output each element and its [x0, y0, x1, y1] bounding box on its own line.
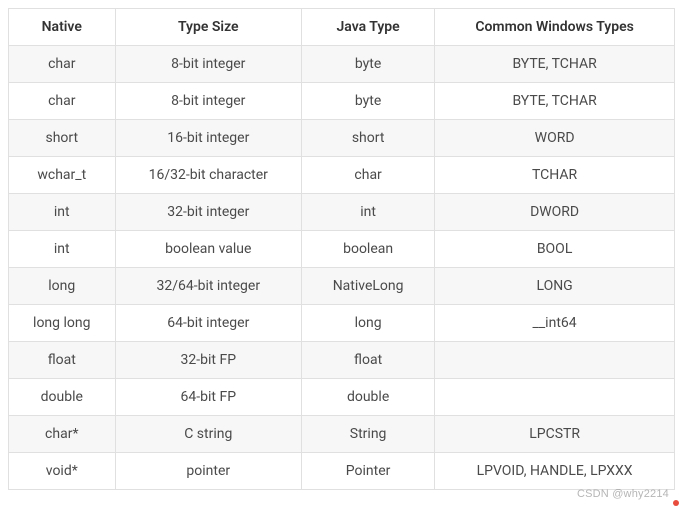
cell: __int64 [435, 305, 675, 342]
table-row: char8-bit integerbyteBYTE, TCHAR [9, 46, 675, 83]
table-row: wchar_t16/32-bit charactercharTCHAR [9, 157, 675, 194]
cell: 8-bit integer [115, 46, 301, 83]
table-row: long32/64-bit integerNativeLongLONG [9, 268, 675, 305]
cell: char* [9, 416, 116, 453]
table-row: short16-bit integershortWORD [9, 120, 675, 157]
header-row: Native Type Size Java Type Common Window… [9, 9, 675, 46]
type-mapping-table: Native Type Size Java Type Common Window… [8, 8, 675, 490]
cell: wchar_t [9, 157, 116, 194]
cell: 64-bit FP [115, 379, 301, 416]
cell: BYTE, TCHAR [435, 46, 675, 83]
cell: short [302, 120, 435, 157]
table-row: char8-bit integerbyteBYTE, TCHAR [9, 83, 675, 120]
cell: LPVOID, HANDLE, LPXXX [435, 453, 675, 490]
header-type-size: Type Size [115, 9, 301, 46]
cell: long [9, 268, 116, 305]
cell: String [302, 416, 435, 453]
cell: boolean [302, 231, 435, 268]
cell: DWORD [435, 194, 675, 231]
cell: LONG [435, 268, 675, 305]
cell: float [302, 342, 435, 379]
header-java-type: Java Type [302, 9, 435, 46]
cell: C string [115, 416, 301, 453]
table-row: int32-bit integerintDWORD [9, 194, 675, 231]
cell: NativeLong [302, 268, 435, 305]
cell: BOOL [435, 231, 675, 268]
table-row: char*C stringStringLPCSTR [9, 416, 675, 453]
cell: LPCSTR [435, 416, 675, 453]
cell: char [9, 83, 116, 120]
table-row: double64-bit FPdouble [9, 379, 675, 416]
cell: float [9, 342, 116, 379]
table-row: intboolean valuebooleanBOOL [9, 231, 675, 268]
cell: pointer [115, 453, 301, 490]
cell: 16/32-bit character [115, 157, 301, 194]
cell: WORD [435, 120, 675, 157]
cell: byte [302, 83, 435, 120]
cell: 32-bit integer [115, 194, 301, 231]
cell [435, 379, 675, 416]
cell: BYTE, TCHAR [435, 83, 675, 120]
cell: TCHAR [435, 157, 675, 194]
cell: void* [9, 453, 116, 490]
cell: 32/64-bit integer [115, 268, 301, 305]
cell: long [302, 305, 435, 342]
table-row: float32-bit FPfloat [9, 342, 675, 379]
cell: char [9, 46, 116, 83]
cell: byte [302, 46, 435, 83]
cell: boolean value [115, 231, 301, 268]
cell: short [9, 120, 116, 157]
cell: int [9, 194, 116, 231]
cell: int [9, 231, 116, 268]
cell: int [302, 194, 435, 231]
cell [435, 342, 675, 379]
watermark: CSDN @why2214 [577, 488, 669, 500]
cell: 32-bit FP [115, 342, 301, 379]
table-row: void*pointerPointerLPVOID, HANDLE, LPXXX [9, 453, 675, 490]
cell: double [302, 379, 435, 416]
table-row: long long64-bit integerlong__int64 [9, 305, 675, 342]
cell: 16-bit integer [115, 120, 301, 157]
cell: long long [9, 305, 116, 342]
red-dot-icon [673, 500, 679, 506]
cell: Pointer [302, 453, 435, 490]
cell: 8-bit integer [115, 83, 301, 120]
cell: 64-bit integer [115, 305, 301, 342]
header-windows-types: Common Windows Types [435, 9, 675, 46]
header-native: Native [9, 9, 116, 46]
cell: char [302, 157, 435, 194]
cell: double [9, 379, 116, 416]
